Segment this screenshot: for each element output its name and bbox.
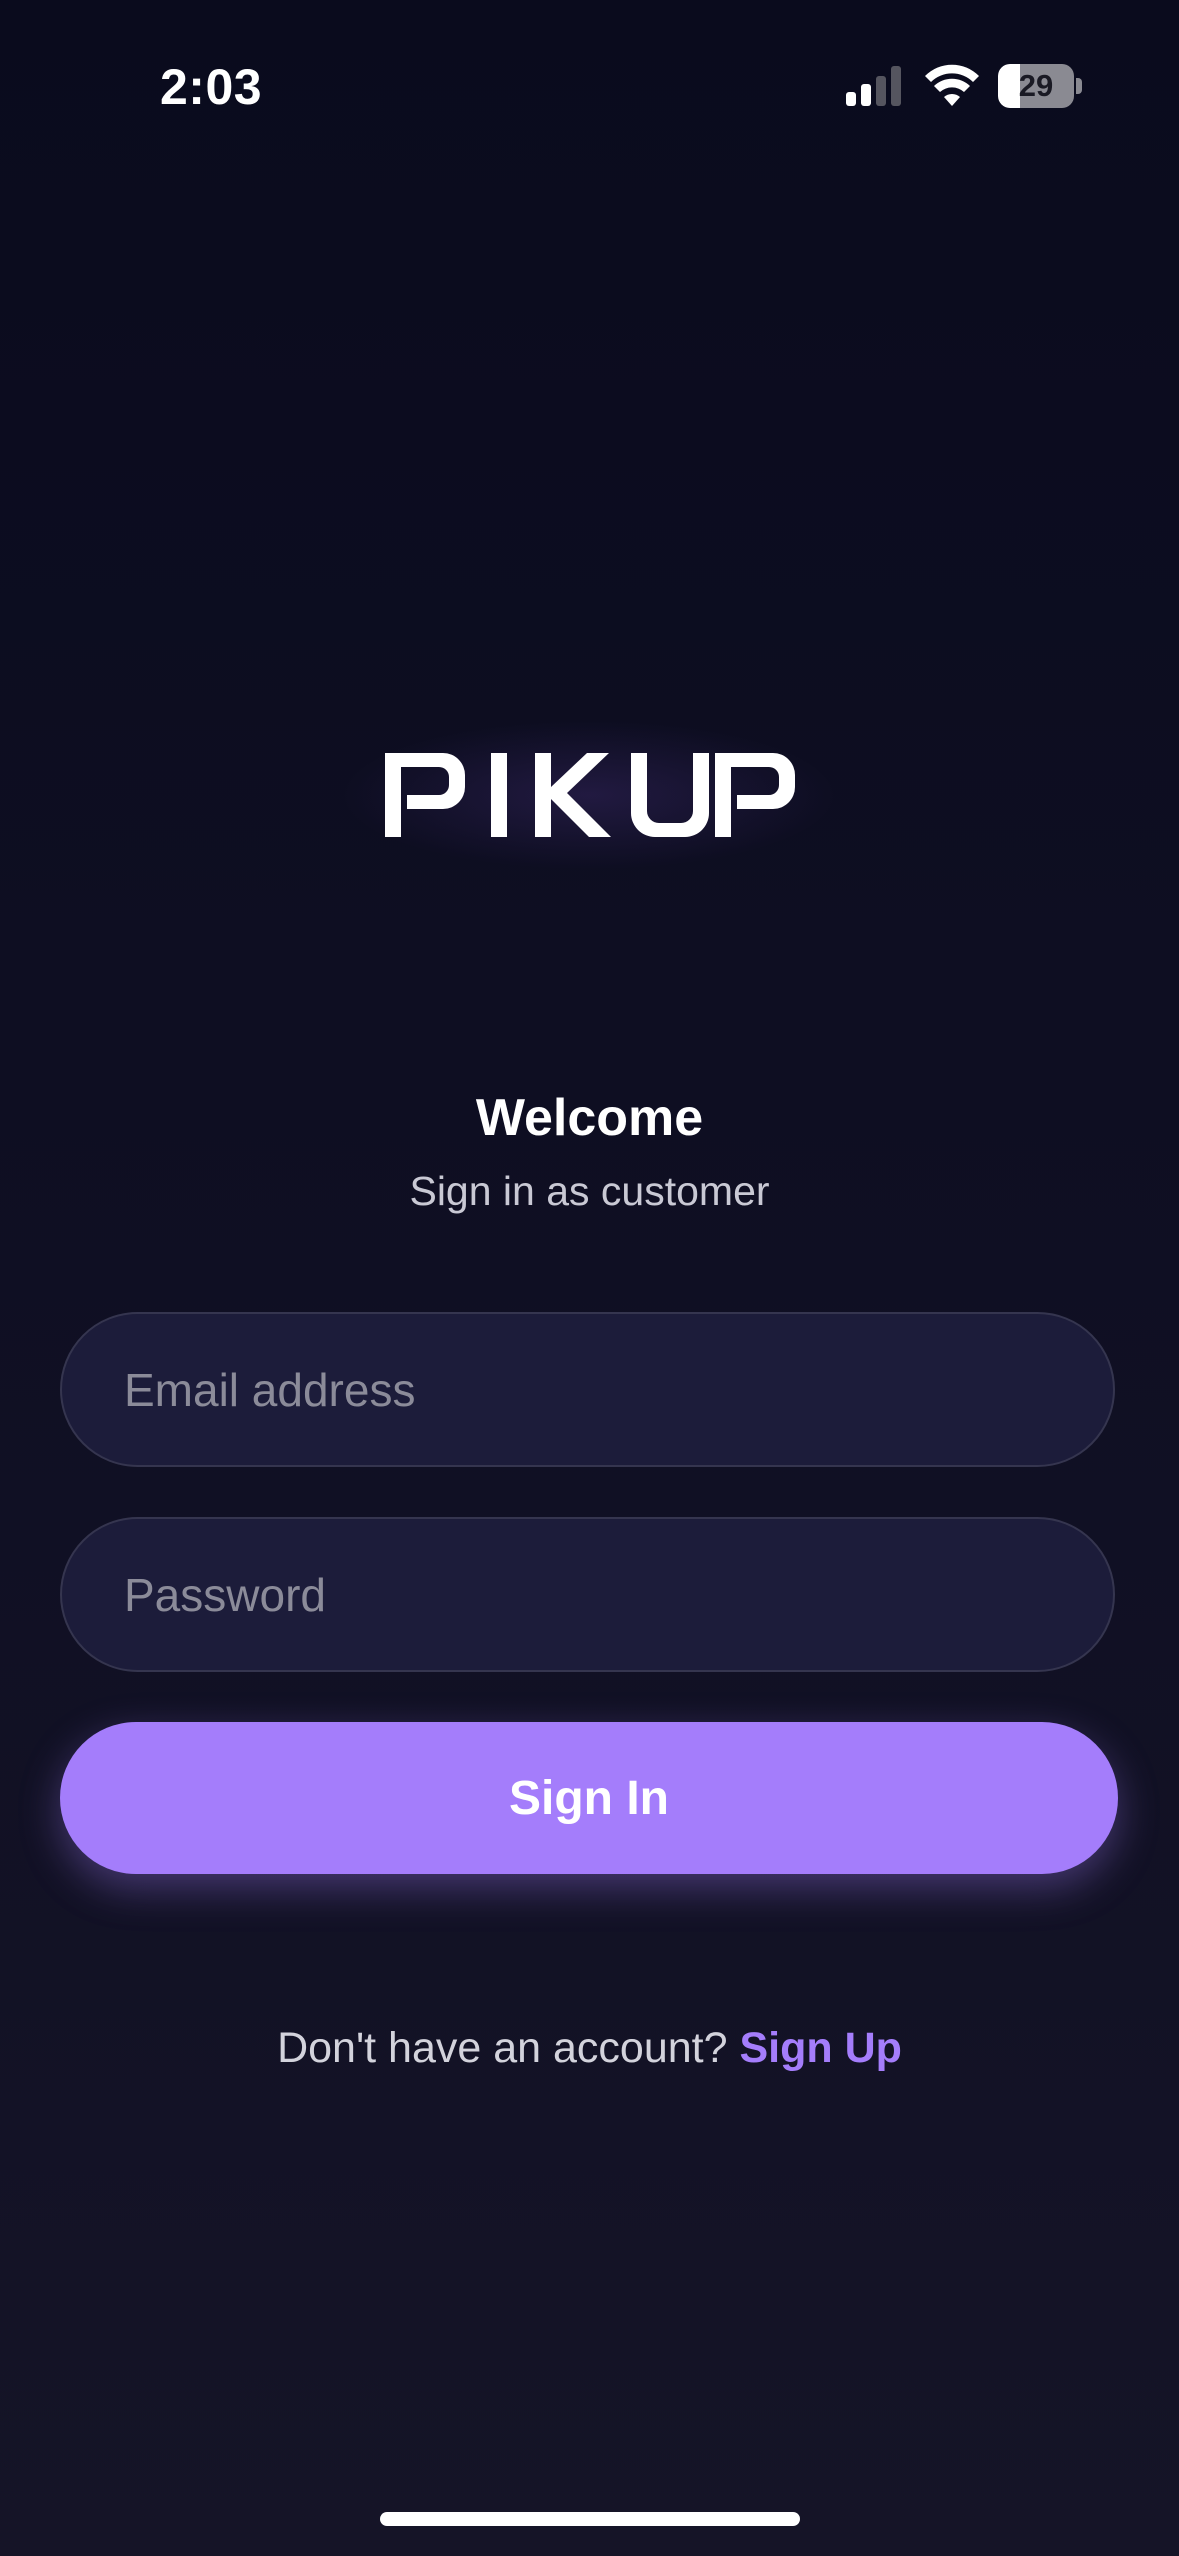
pikup-logo: [384, 753, 795, 837]
password-field-container: [60, 1517, 1115, 1672]
battery-level: 29: [1018, 68, 1054, 103]
sign-up-prompt-text: Don't have an account?: [277, 2024, 728, 2072]
page-title: Welcome: [475, 1089, 704, 1147]
sign-in-button[interactable]: Sign In: [60, 1722, 1118, 1874]
page-subtitle: Sign in as customer: [409, 1168, 770, 1214]
signal-bar-1: [846, 92, 856, 106]
sign-up-prompt: Don't have an account? Sign Up: [0, 2024, 1179, 2073]
battery-cap: [1076, 78, 1082, 94]
brand-logo-area: [0, 720, 1179, 870]
wifi-icon: [925, 64, 979, 106]
signal-bar-3: [876, 76, 886, 106]
signal-bar-4: [891, 66, 901, 106]
email-field-container: [60, 1312, 1115, 1467]
status-bar: 2:03 29: [0, 0, 1179, 150]
sign-up-link[interactable]: Sign Up: [740, 2024, 902, 2072]
password-field[interactable]: [62, 1519, 1113, 1670]
signal-icon: [846, 66, 901, 106]
email-field[interactable]: [62, 1314, 1113, 1465]
signal-bar-2: [861, 84, 871, 106]
status-icons: 29: [840, 62, 1090, 112]
status-time: 2:03: [160, 59, 263, 115]
home-indicator[interactable]: [380, 2512, 800, 2526]
battery-icon: 29: [998, 64, 1082, 110]
battery-body: 29: [998, 64, 1074, 108]
